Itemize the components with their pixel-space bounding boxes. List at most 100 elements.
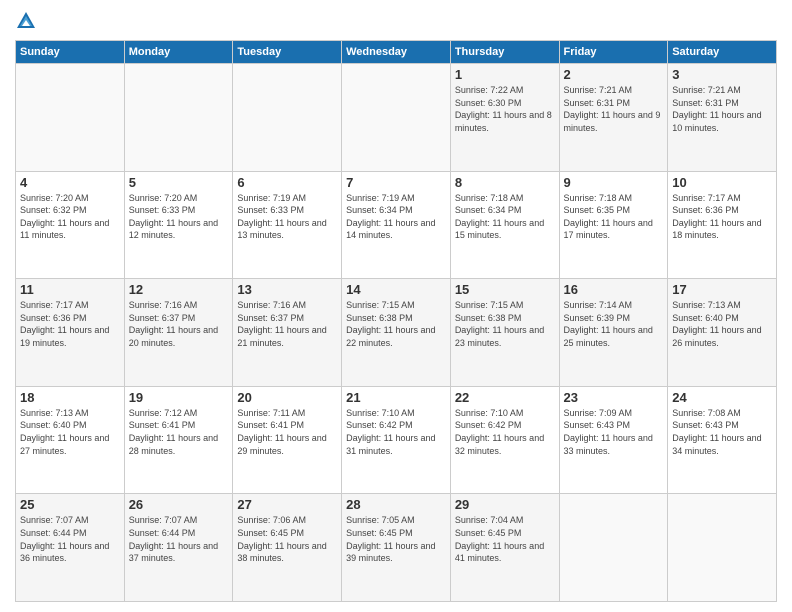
calendar-cell: 19Sunrise: 7:12 AM Sunset: 6:41 PM Dayli… (124, 386, 233, 494)
calendar-cell (233, 64, 342, 172)
day-info: Sunrise: 7:14 AM Sunset: 6:39 PM Dayligh… (564, 299, 664, 349)
calendar-body: 1 Sunrise: 7:22 AM Sunset: 6:30 PM Daylig… (16, 64, 777, 602)
day-number: 12 (129, 282, 229, 297)
day-info: Sunrise: 7:16 AM Sunset: 6:37 PM Dayligh… (237, 299, 337, 349)
day-info: Sunrise: 7:11 AM Sunset: 6:41 PM Dayligh… (237, 407, 337, 457)
day-info: Sunrise: 7:10 AM Sunset: 6:42 PM Dayligh… (346, 407, 446, 457)
day-number: 21 (346, 390, 446, 405)
calendar-cell: 15 Sunrise: 7:15 AM Sunset: 6:38 PM Dayli… (450, 279, 559, 387)
header (15, 10, 777, 32)
day-info: Sunrise: 7:04 AM Sunset: 6:45 PM Dayligh… (455, 514, 555, 564)
day-info: Sunrise: 7:07 AM Sunset: 6:44 PM Dayligh… (20, 514, 120, 564)
weekday-header-cell: Monday (124, 41, 233, 64)
day-number: 18 (20, 390, 120, 405)
day-info: Sunrise: 7:07 AM Sunset: 6:44 PM Dayligh… (129, 514, 229, 564)
day-info: Sunrise: 7:13 AM Sunset: 6:40 PM Dayligh… (20, 407, 120, 457)
day-number: 8 (455, 175, 555, 190)
day-number: 15 (455, 282, 555, 297)
day-number: 22 (455, 390, 555, 405)
calendar-cell: 29 Sunrise: 7:04 AM Sunset: 6:45 PM Dayli… (450, 494, 559, 602)
day-number: 24 (672, 390, 772, 405)
day-info: Sunrise: 7:21 AM Sunset: 6:31 PM Dayligh… (564, 84, 664, 134)
calendar-cell (668, 494, 777, 602)
weekday-header-cell: Saturday (668, 41, 777, 64)
calendar-cell: 2 Sunrise: 7:21 AM Sunset: 6:31 PM Daylig… (559, 64, 668, 172)
day-info: Sunrise: 7:19 AM Sunset: 6:34 PM Dayligh… (346, 192, 446, 242)
day-info: Sunrise: 7:13 AM Sunset: 6:40 PM Dayligh… (672, 299, 772, 349)
calendar-cell: 21 Sunrise: 7:10 AM Sunset: 6:42 PM Dayli… (342, 386, 451, 494)
day-info: Sunrise: 7:22 AM Sunset: 6:30 PM Dayligh… (455, 84, 555, 134)
day-info: Sunrise: 7:15 AM Sunset: 6:38 PM Dayligh… (346, 299, 446, 349)
day-number: 26 (129, 497, 229, 512)
day-number: 7 (346, 175, 446, 190)
day-info: Sunrise: 7:20 AM Sunset: 6:33 PM Dayligh… (129, 192, 229, 242)
day-info: Sunrise: 7:16 AM Sunset: 6:37 PM Dayligh… (129, 299, 229, 349)
day-number: 23 (564, 390, 664, 405)
page: SundayMondayTuesdayWednesdayThursdayFrid… (0, 0, 792, 612)
calendar-cell (124, 64, 233, 172)
day-number: 20 (237, 390, 337, 405)
calendar-cell: 28 Sunrise: 7:05 AM Sunset: 6:45 PM Dayli… (342, 494, 451, 602)
day-info: Sunrise: 7:06 AM Sunset: 6:45 PM Dayligh… (237, 514, 337, 564)
calendar-cell: 27Sunrise: 7:06 AM Sunset: 6:45 PM Dayli… (233, 494, 342, 602)
day-number: 11 (20, 282, 120, 297)
calendar-cell: 26 Sunrise: 7:07 AM Sunset: 6:44 PM Dayli… (124, 494, 233, 602)
calendar-week-row: 1 Sunrise: 7:22 AM Sunset: 6:30 PM Daylig… (16, 64, 777, 172)
day-info: Sunrise: 7:15 AM Sunset: 6:38 PM Dayligh… (455, 299, 555, 349)
day-number: 1 (455, 67, 555, 82)
calendar-cell (16, 64, 125, 172)
calendar-cell: 11 Sunrise: 7:17 AM Sunset: 6:36 PM Dayli… (16, 279, 125, 387)
weekday-header-cell: Wednesday (342, 41, 451, 64)
day-number: 10 (672, 175, 772, 190)
weekday-header-cell: Sunday (16, 41, 125, 64)
day-number: 28 (346, 497, 446, 512)
calendar-cell: 20 Sunrise: 7:11 AM Sunset: 6:41 PM Dayli… (233, 386, 342, 494)
day-info: Sunrise: 7:19 AM Sunset: 6:33 PM Dayligh… (237, 192, 337, 242)
day-number: 6 (237, 175, 337, 190)
day-number: 16 (564, 282, 664, 297)
calendar-cell: 10 Sunrise: 7:17 AM Sunset: 6:36 PM Dayli… (668, 171, 777, 279)
calendar-cell: 14 Sunrise: 7:15 AM Sunset: 6:38 PM Dayli… (342, 279, 451, 387)
day-info: Sunrise: 7:17 AM Sunset: 6:36 PM Dayligh… (20, 299, 120, 349)
day-info: Sunrise: 7:05 AM Sunset: 6:45 PM Dayligh… (346, 514, 446, 564)
calendar-cell: 16 Sunrise: 7:14 AM Sunset: 6:39 PM Dayli… (559, 279, 668, 387)
day-number: 29 (455, 497, 555, 512)
calendar-cell (342, 64, 451, 172)
calendar-cell: 18 Sunrise: 7:13 AM Sunset: 6:40 PM Dayli… (16, 386, 125, 494)
logo (15, 10, 41, 32)
calendar-cell: 3 Sunrise: 7:21 AM Sunset: 6:31 PM Daylig… (668, 64, 777, 172)
day-number: 13 (237, 282, 337, 297)
calendar: SundayMondayTuesdayWednesdayThursdayFrid… (15, 40, 777, 602)
calendar-cell: 8 Sunrise: 7:18 AM Sunset: 6:34 PM Daylig… (450, 171, 559, 279)
weekday-header-cell: Thursday (450, 41, 559, 64)
day-number: 14 (346, 282, 446, 297)
calendar-cell: 7 Sunrise: 7:19 AM Sunset: 6:34 PM Daylig… (342, 171, 451, 279)
calendar-cell: 5Sunrise: 7:20 AM Sunset: 6:33 PM Daylig… (124, 171, 233, 279)
day-number: 3 (672, 67, 772, 82)
calendar-cell: 1 Sunrise: 7:22 AM Sunset: 6:30 PM Daylig… (450, 64, 559, 172)
calendar-cell: 6 Sunrise: 7:19 AM Sunset: 6:33 PM Daylig… (233, 171, 342, 279)
calendar-week-row: 25 Sunrise: 7:07 AM Sunset: 6:44 PM Dayli… (16, 494, 777, 602)
calendar-cell: 25 Sunrise: 7:07 AM Sunset: 6:44 PM Dayli… (16, 494, 125, 602)
calendar-week-row: 18 Sunrise: 7:13 AM Sunset: 6:40 PM Dayli… (16, 386, 777, 494)
day-number: 25 (20, 497, 120, 512)
day-number: 19 (129, 390, 229, 405)
calendar-cell: 17Sunrise: 7:13 AM Sunset: 6:40 PM Dayli… (668, 279, 777, 387)
calendar-cell: 12 Sunrise: 7:16 AM Sunset: 6:37 PM Dayli… (124, 279, 233, 387)
day-info: Sunrise: 7:18 AM Sunset: 6:34 PM Dayligh… (455, 192, 555, 242)
day-info: Sunrise: 7:17 AM Sunset: 6:36 PM Dayligh… (672, 192, 772, 242)
calendar-cell: 4Sunrise: 7:20 AM Sunset: 6:32 PM Daylig… (16, 171, 125, 279)
weekday-header-cell: Tuesday (233, 41, 342, 64)
day-info: Sunrise: 7:08 AM Sunset: 6:43 PM Dayligh… (672, 407, 772, 457)
day-info: Sunrise: 7:21 AM Sunset: 6:31 PM Dayligh… (672, 84, 772, 134)
calendar-cell (559, 494, 668, 602)
day-info: Sunrise: 7:18 AM Sunset: 6:35 PM Dayligh… (564, 192, 664, 242)
day-info: Sunrise: 7:10 AM Sunset: 6:42 PM Dayligh… (455, 407, 555, 457)
calendar-cell: 13 Sunrise: 7:16 AM Sunset: 6:37 PM Dayli… (233, 279, 342, 387)
weekday-header-row: SundayMondayTuesdayWednesdayThursdayFrid… (16, 41, 777, 64)
day-info: Sunrise: 7:09 AM Sunset: 6:43 PM Dayligh… (564, 407, 664, 457)
calendar-cell: 24 Sunrise: 7:08 AM Sunset: 6:43 PM Dayli… (668, 386, 777, 494)
day-number: 9 (564, 175, 664, 190)
calendar-week-row: 4Sunrise: 7:20 AM Sunset: 6:32 PM Daylig… (16, 171, 777, 279)
day-number: 2 (564, 67, 664, 82)
